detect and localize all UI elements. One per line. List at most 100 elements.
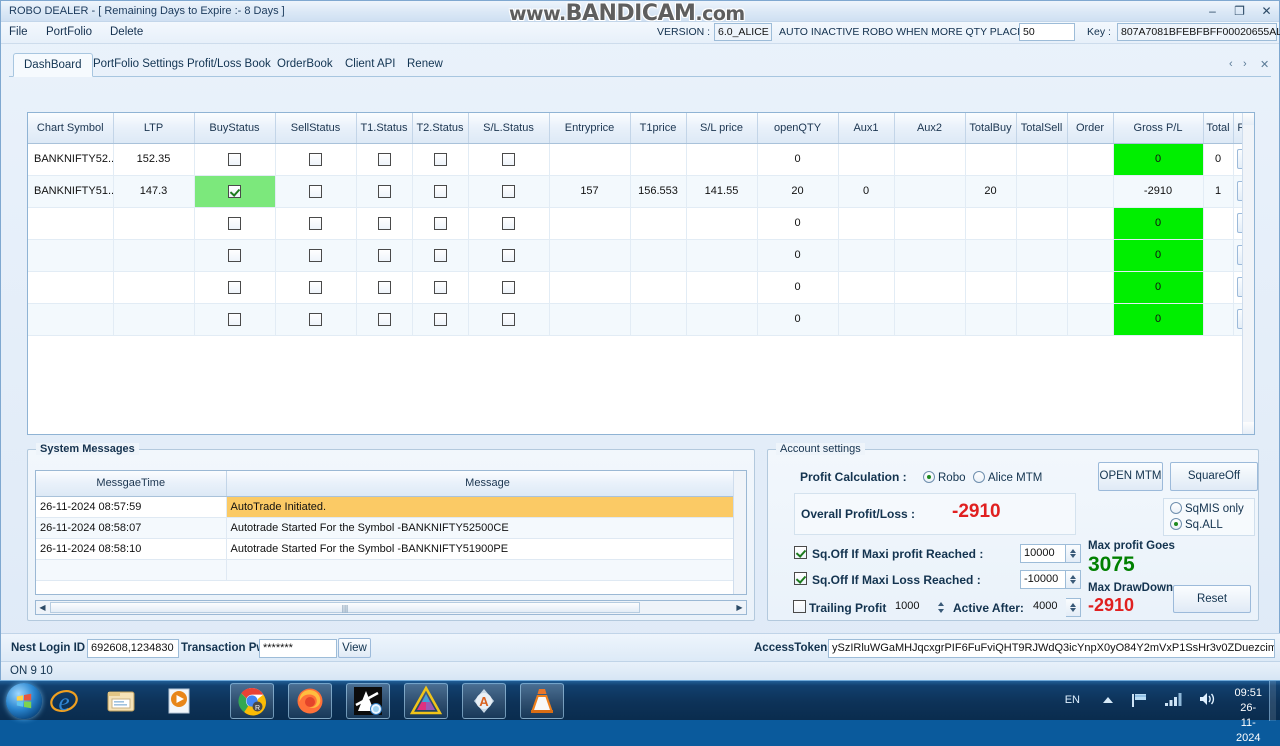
taskbar-vlc-media-player-icon[interactable] xyxy=(526,685,558,717)
radio-sq-all[interactable]: Sq.ALL xyxy=(1170,518,1223,531)
checkbox-sell-status[interactable] xyxy=(275,239,357,272)
scroll-up-icon[interactable] xyxy=(1243,113,1254,125)
grid-col-header[interactable]: T1.Status xyxy=(356,113,413,144)
checkbox-buy-status[interactable] xyxy=(194,207,276,240)
taskbar-app-triangle-icon[interactable] xyxy=(409,685,443,717)
checkbox-buy-status[interactable] xyxy=(194,271,276,304)
grid-col-header[interactable]: TotalSell xyxy=(1016,113,1068,144)
tab-scroll-prev-icon[interactable]: ‹ xyxy=(1229,58,1233,70)
grid-col-header[interactable]: S/L price xyxy=(686,113,758,144)
active-after-spin-arrows-icon[interactable] xyxy=(1066,598,1081,617)
messages-horizontal-scrollbar[interactable]: ◀ ▶ ||| xyxy=(35,600,747,615)
sq-off-max-profit-spin-arrows-icon[interactable] xyxy=(1066,544,1081,563)
checkbox-sell-status[interactable] xyxy=(275,143,357,176)
table-row[interactable]: BANKNIFTY52...152.35000ReU xyxy=(28,143,1242,176)
menu-item-delete[interactable]: Delete xyxy=(110,26,143,38)
grid-col-header[interactable]: TotalBuy xyxy=(965,113,1017,144)
trailing-profit-checkbox[interactable] xyxy=(793,600,806,613)
grid-col-header[interactable]: S/L.Status xyxy=(468,113,550,144)
sq-off-max-loss-stepper[interactable]: -10000 xyxy=(1020,570,1081,589)
sq-off-max-profit-checkbox[interactable] xyxy=(794,546,807,559)
tab-close-icon[interactable]: ✕ xyxy=(1260,58,1269,71)
scroll-down-icon[interactable] xyxy=(1243,422,1254,434)
minimize-button[interactable]: – xyxy=(1204,3,1221,19)
transaction-pwd-input[interactable]: ******* xyxy=(259,639,337,658)
grid-col-header[interactable]: BuyStatus xyxy=(194,113,276,144)
open-mtm-button[interactable]: OPEN MTM xyxy=(1098,462,1163,491)
checkbox-t2-status[interactable] xyxy=(412,303,469,336)
checkbox-sell-status[interactable] xyxy=(275,175,357,208)
sq-off-max-loss-checkbox[interactable] xyxy=(794,572,807,585)
table-row[interactable]: 00ReU xyxy=(28,207,1242,240)
sq-off-max-profit-stepper[interactable]: 10000 xyxy=(1020,544,1081,563)
trailing-profit-stepper[interactable]: 1000 xyxy=(892,598,949,617)
grid-col-header[interactable]: Total xyxy=(1203,113,1234,144)
hscroll-thumb[interactable]: ||| xyxy=(50,602,640,613)
tab-client-api[interactable]: Client API xyxy=(335,53,406,77)
tab-profit-loss-book[interactable]: Profit/Loss Book xyxy=(177,53,281,77)
sq-off-max-loss-spin-arrows-icon[interactable] xyxy=(1066,570,1081,589)
checkbox-buy-status[interactable] xyxy=(194,303,276,336)
close-button[interactable]: ✕ xyxy=(1258,3,1275,19)
checkbox-t1-status[interactable] xyxy=(356,175,413,208)
checkbox-buy-status[interactable] xyxy=(194,143,276,176)
menu-item-file[interactable]: File xyxy=(9,26,28,38)
checkbox-t1-status[interactable] xyxy=(356,303,413,336)
grid-col-header[interactable]: Re... xyxy=(1233,113,1242,144)
grid-col-header[interactable]: Order xyxy=(1067,113,1114,144)
clock[interactable]: 09:51 26-11-2024 xyxy=(1234,686,1262,746)
taskbar-app-black-icon[interactable] xyxy=(352,685,384,717)
grid-col-header[interactable]: T1price xyxy=(630,113,687,144)
checkbox-sell-status[interactable] xyxy=(275,303,357,336)
checkbox-sell-status[interactable] xyxy=(275,207,357,240)
checkbox-t2-status[interactable] xyxy=(412,239,469,272)
table-row[interactable]: 00ReU xyxy=(28,271,1242,304)
nest-login-id-input[interactable]: 692608,1234830 xyxy=(87,639,179,658)
hscroll-right-icon[interactable]: ▶ xyxy=(733,601,746,614)
radio-robo[interactable]: Robo xyxy=(923,471,966,484)
table-row[interactable]: BANKNIFTY51... 147.3 157 156.553 141.55 20 0 20… xyxy=(28,175,1242,208)
message-row[interactable] xyxy=(36,559,746,581)
checkbox-t2-status[interactable] xyxy=(412,175,469,208)
taskbar-internet-explorer-icon[interactable]: e xyxy=(48,685,80,717)
language-indicator[interactable]: EN xyxy=(1065,694,1080,706)
grid-col-header[interactable]: SellStatus xyxy=(275,113,357,144)
grid-col-header[interactable]: Aux2 xyxy=(894,113,966,144)
checkbox-t2-status[interactable] xyxy=(412,207,469,240)
checkbox-sl-status[interactable] xyxy=(468,239,550,272)
checkbox-buy-status[interactable] xyxy=(194,239,276,272)
grid-col-header[interactable]: Aux1 xyxy=(838,113,895,144)
menu-item-portfolio[interactable]: PortFolio xyxy=(46,26,92,38)
view-password-button[interactable]: View xyxy=(338,638,371,658)
grid-col-header[interactable]: LTP xyxy=(113,113,195,144)
radio-sqmis-only[interactable]: SqMIS only xyxy=(1170,502,1244,515)
sq-off-max-profit-input[interactable]: 10000 xyxy=(1020,544,1066,563)
tab-renew[interactable]: Renew xyxy=(397,53,453,77)
active-after-stepper[interactable]: 4000 xyxy=(1030,598,1081,617)
squareoff-button[interactable]: SquareOff xyxy=(1170,462,1258,491)
maximize-button[interactable]: ❐ xyxy=(1231,3,1248,19)
taskbar-windows-explorer-icon[interactable] xyxy=(105,685,137,717)
network-flag-icon[interactable] xyxy=(1130,692,1148,708)
checkbox-t2-status[interactable] xyxy=(412,271,469,304)
checkbox-sl-status[interactable] xyxy=(468,271,550,304)
checkbox-t1-status[interactable] xyxy=(356,271,413,304)
checkbox-t1-status[interactable] xyxy=(356,239,413,272)
tab-orderbook[interactable]: OrderBook xyxy=(267,53,343,77)
table-row[interactable]: 00ReU xyxy=(28,239,1242,272)
show-desktop-button[interactable] xyxy=(1269,681,1276,721)
message-row[interactable]: 26-11-2024 08:58:10 Autotrade Started For… xyxy=(36,538,746,560)
checkbox-sell-status[interactable] xyxy=(275,271,357,304)
taskbar-firefox-icon[interactable] xyxy=(294,685,326,717)
checkbox-sl-status[interactable] xyxy=(468,303,550,336)
grid-vertical-scrollbar[interactable] xyxy=(1242,113,1254,434)
message-row[interactable]: 26-11-2024 08:57:59 AutoTrade Initiated. xyxy=(36,496,746,518)
messages-vertical-scrollbar[interactable] xyxy=(733,471,746,594)
show-hidden-icons-icon[interactable] xyxy=(1102,696,1114,704)
table-row[interactable]: 00ReU xyxy=(28,303,1242,336)
radio-alice-mtm[interactable]: Alice MTM xyxy=(973,471,1042,484)
start-button[interactable] xyxy=(6,683,42,719)
checkbox-t2-status[interactable] xyxy=(412,143,469,176)
hscroll-left-icon[interactable]: ◀ xyxy=(36,601,49,614)
access-token-input[interactable]: ySzIRluWGaMHJqcxgrPIF6FuFviQHT9RJWdQ3icY… xyxy=(828,639,1275,658)
